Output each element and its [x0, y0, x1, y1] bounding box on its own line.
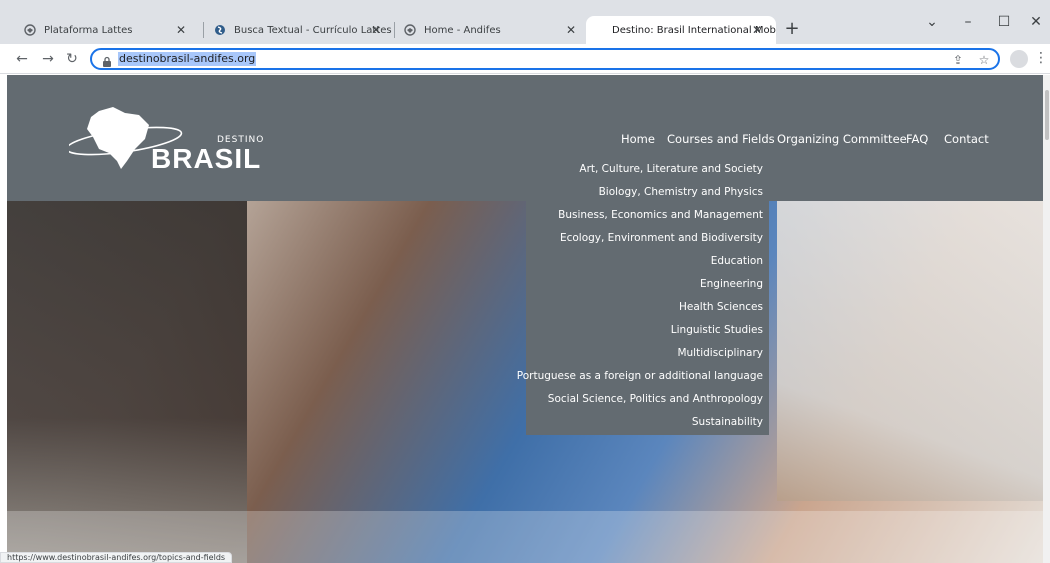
nav-organizing-committee[interactable]: Organizing Committee — [777, 132, 907, 148]
link-status-bar: https://www.destinobrasil-andifes.org/to… — [0, 552, 233, 563]
back-icon[interactable]: ← — [12, 49, 32, 69]
lattes-icon — [214, 24, 226, 36]
tab-home-andifes[interactable]: Home - Andifes ✕ — [390, 16, 590, 44]
dropdown-item-linguistic-studies[interactable]: Linguistic Studies — [671, 324, 763, 336]
address-bar[interactable]: destinobrasil-andifes.org ⇪ ☆ — [90, 48, 1000, 70]
close-tab-icon[interactable]: ✕ — [369, 23, 383, 37]
dropdown-item-business[interactable]: Business, Economics and Management — [558, 209, 763, 221]
dropdown-item-engineering[interactable]: Engineering — [700, 278, 763, 290]
tab-plataforma-lattes[interactable]: Plataforma Lattes ✕ — [10, 16, 200, 44]
site-header: DESTINO BRASIL Home Courses and Fields O… — [7, 75, 1043, 201]
share-icon[interactable]: ⇪ — [950, 52, 966, 68]
tab-strip: Plataforma Lattes ✕ Busca Textual - Curr… — [0, 0, 1050, 44]
tab-search-icon[interactable]: ⌄ — [914, 10, 950, 34]
tab-title: Home - Andifes — [424, 24, 501, 36]
minimize-icon[interactable]: – — [950, 10, 986, 34]
maximize-icon[interactable]: ☐ — [986, 10, 1022, 34]
address-url[interactable]: destinobrasil-andifes.org — [118, 52, 257, 66]
new-tab-button[interactable]: + — [780, 18, 804, 42]
dropdown-item-education[interactable]: Education — [711, 255, 763, 267]
lock-icon — [102, 53, 112, 67]
close-tab-icon[interactable]: ✕ — [750, 23, 764, 37]
nav-faq[interactable]: FAQ — [906, 132, 928, 148]
profile-avatar-icon[interactable] — [1010, 50, 1028, 68]
tab-title: Plataforma Lattes — [44, 24, 133, 36]
brand-brasil: BRASIL — [151, 143, 262, 174]
browser-window: Plataforma Lattes ✕ Busca Textual - Curr… — [0, 0, 1050, 563]
dropdown-item-art-culture[interactable]: Art, Culture, Literature and Society — [579, 163, 763, 175]
reload-icon[interactable]: ↻ — [62, 49, 82, 69]
courses-dropdown-menu: Art, Culture, Literature and Society Bio… — [517, 157, 769, 435]
close-tab-icon[interactable]: ✕ — [564, 23, 578, 37]
menu-kebab-icon[interactable]: ⋮ — [1034, 48, 1048, 68]
forward-icon[interactable]: → — [38, 49, 58, 69]
tab-busca-textual[interactable]: Busca Textual - Currículo Lattes ✕ — [200, 16, 395, 44]
dropdown-item-social-science[interactable]: Social Science, Politics and Anthropolog… — [548, 393, 763, 405]
browser-toolbar: ← → ↻ destinobrasil-andifes.org ⇪ ☆ — [0, 44, 1050, 74]
dropdown-item-multidisciplinary[interactable]: Multidisciplinary — [677, 347, 763, 359]
dropdown-item-sustainability[interactable]: Sustainability — [692, 416, 763, 428]
scrollbar-thumb[interactable] — [1045, 90, 1049, 140]
close-tab-icon[interactable]: ✕ — [174, 23, 188, 37]
globe-icon — [24, 24, 36, 36]
hero-image-highlight — [777, 201, 1043, 501]
dropdown-item-portuguese[interactable]: Portuguese as a foreign or additional la… — [517, 370, 763, 382]
bookmark-star-icon[interactable]: ☆ — [976, 52, 992, 68]
tab-destino-brasil[interactable]: Destino: Brasil International Mob ✕ — [586, 16, 776, 44]
dropdown-item-biology[interactable]: Biology, Chemistry and Physics — [599, 186, 763, 198]
page-viewport: DESTINO BRASIL Home Courses and Fields O… — [7, 75, 1043, 563]
close-window-icon[interactable]: ✕ — [1018, 10, 1050, 34]
hero-image-shade — [7, 201, 247, 563]
dropdown-item-health-sciences[interactable]: Health Sciences — [679, 301, 763, 313]
dropdown-item-ecology[interactable]: Ecology, Environment and Biodiversity — [560, 232, 763, 244]
globe-icon — [404, 24, 416, 36]
nav-contact[interactable]: Contact — [944, 132, 989, 148]
page-scrollbar[interactable] — [1043, 75, 1050, 563]
nav-home[interactable]: Home — [621, 132, 655, 148]
nav-courses-and-fields[interactable]: Courses and Fields — [667, 132, 775, 148]
tab-title: Busca Textual - Currículo Lattes — [234, 24, 392, 36]
